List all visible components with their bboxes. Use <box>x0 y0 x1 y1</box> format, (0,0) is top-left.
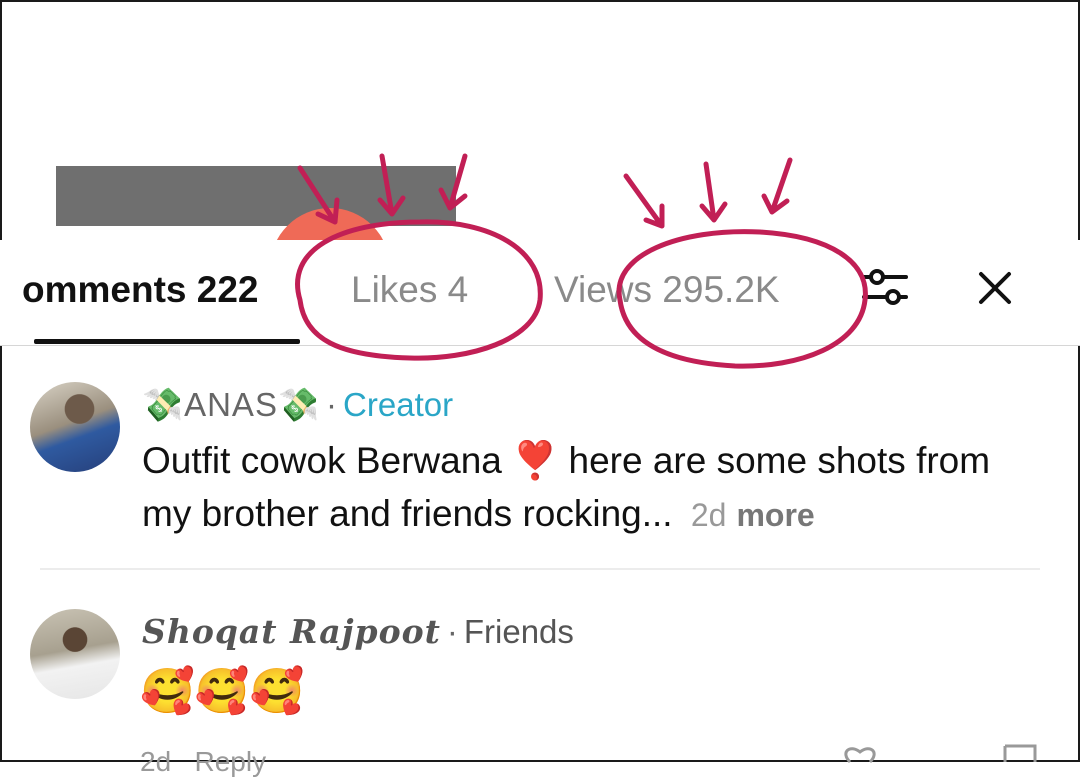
comment-footer: 2d Reply <box>140 746 266 778</box>
thumbs-down-icon <box>1003 744 1037 762</box>
comment-emoji: 🥰🥰🥰 <box>140 667 305 716</box>
avatar[interactable] <box>30 382 120 472</box>
separator-dot: · <box>446 613 458 650</box>
filter-sliders-icon[interactable] <box>860 262 910 312</box>
comment-text: Outfit cowok Berwana ❣️ here are some sh… <box>142 434 1042 542</box>
annotation-arrow-4 <box>623 173 665 229</box>
user-name[interactable]: Shoqat Rajpoot <box>142 612 441 651</box>
comment-header: Shoqat Rajpoot · Friends <box>142 612 574 652</box>
tabs-divider <box>0 345 1080 346</box>
tab-likes[interactable]: Likes 4 <box>351 268 468 312</box>
creator-badge: Creator <box>343 386 454 423</box>
more-link[interactable]: more <box>726 497 814 533</box>
comment-body: Outfit cowok Berwana ❣️ here are some sh… <box>142 440 991 534</box>
heart-icon <box>844 747 876 764</box>
avatar[interactable] <box>30 609 120 699</box>
comment-header: 💸ANAS💸 · Creator <box>142 385 453 425</box>
separator-dot: · <box>326 386 338 423</box>
close-icon[interactable] <box>975 268 1015 308</box>
comment-actions <box>844 744 1037 764</box>
annotation-arrow-6 <box>761 157 793 215</box>
user-name[interactable]: 💸ANAS💸 <box>142 386 320 423</box>
active-tab-indicator <box>34 339 300 344</box>
comment-divider <box>40 568 1040 570</box>
video-thumbnail-strip <box>56 166 456 226</box>
friends-badge: Friends <box>463 613 574 650</box>
comment-time: 2d <box>690 497 727 533</box>
annotation-arrow-5 <box>699 161 728 223</box>
tab-comments[interactable]: omments 222 <box>22 268 259 312</box>
tab-views[interactable]: Views 295.2K <box>554 268 780 312</box>
